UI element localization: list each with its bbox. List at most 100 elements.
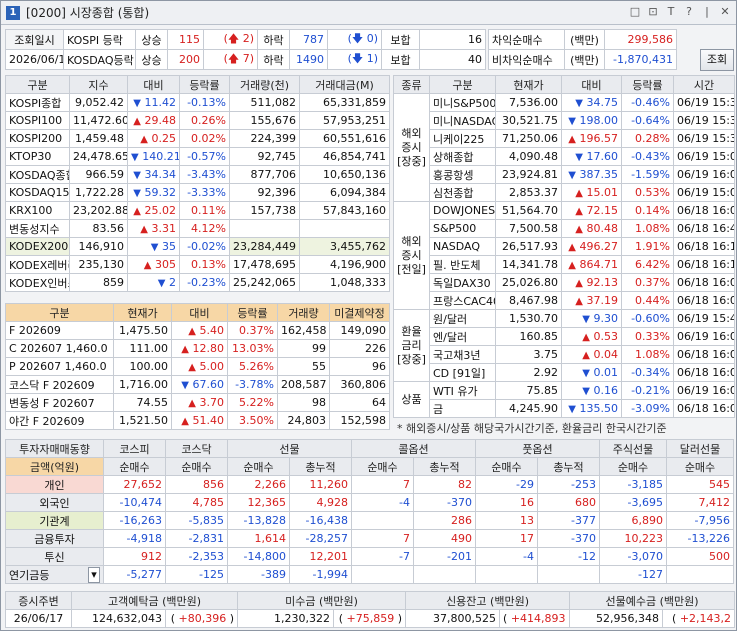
change-cell: ▲ 3.31	[127, 219, 180, 238]
flow-value: -10,474	[103, 493, 166, 512]
table-row[interactable]: 금4,245.90▼ 135.50-3.09%06/18 16:00	[394, 399, 735, 418]
table-row[interactable]: KODEX인버스859▼ 2-0.23%25,242,0651,048,333	[5, 273, 390, 292]
table-row[interactable]: 엔/달러160.85▲ 0.530.33%06/19 16:00	[394, 327, 735, 346]
rate-cell: 0.33%	[621, 327, 674, 346]
close-icon[interactable]: ✕	[718, 5, 732, 19]
amount-cell: 6,094,384	[299, 183, 390, 202]
query-button[interactable]: 조회	[700, 49, 734, 71]
rate-cell: -0.57%	[179, 147, 230, 166]
table-row[interactable]: KOSDAQ종합 966.59 ▼ 34.34 -3.43% 877,706 10,650…	[5, 165, 390, 184]
table-row[interactable]: 프랑스CAC408,467.98▲ 37.190.44%06/18 16:00	[394, 291, 735, 310]
change-cell: ▲ 496.27	[561, 237, 622, 256]
flow-header: 풋옵션	[475, 439, 600, 458]
table-row[interactable]: 독일DAX3025,026.80▲ 92.130.37%06/18 16:00	[394, 273, 735, 292]
time-cell: 06/19 15:36	[673, 93, 735, 112]
table-row[interactable]: 홍콩항셍23,924.81▼ 387.35-1.59%06/19 16:08	[394, 165, 735, 184]
table-row[interactable]: NASDAQ26,517.93▲ 496.271.91%06/18 16:15	[394, 237, 735, 256]
table-row[interactable]: 심천종합2,853.37▲ 15.010.53%06/19 15:00	[394, 183, 735, 202]
table-row[interactable]: KOSPI종합 9,052.42 ▼ 11.42 -0.13% 511,082 65,33…	[5, 93, 390, 112]
down-label: 하락	[257, 29, 290, 50]
table-row[interactable]: 상품WTI 유가75.85▼ 0.16-0.21%06/19 16:00	[393, 381, 735, 418]
link-icon[interactable]: ⊡	[646, 5, 660, 19]
change-value: 29.48	[144, 114, 177, 127]
table-row[interactable]: KOSDAQ1501,722.28▼ 59.32-3.33%92,3966,09…	[5, 183, 390, 202]
flow-value: -2,831	[165, 529, 228, 548]
table-row[interactable]: 금융투자 -4,918 -2,831 1,614 -28,257 7 490 17 -370 10…	[5, 529, 734, 548]
amount-cell: 3,455,762	[299, 237, 390, 256]
help-icon[interactable]: ?	[682, 5, 696, 19]
flow-value	[351, 565, 414, 584]
rate-cell: 0.11%	[179, 201, 230, 220]
flow-header: 콜옵션	[351, 439, 476, 458]
table-row[interactable]: KODEX200 146,910 ▼ 35 -0.02% 23,284,449 3,455…	[5, 237, 390, 256]
table-row[interactable]: KODEX레버리235,130▲ 3050.13%17,478,6954,196…	[5, 255, 390, 274]
table-row[interactable]: KTOP30 24,478.65 ▼ 140.21 -0.57% 92,745 46,85…	[5, 147, 390, 166]
flow-value	[351, 511, 414, 530]
flow-value: 545	[666, 475, 734, 494]
table-row[interactable]: S&P5007,500.58▲ 80.481.08%06/18 16:42	[394, 219, 735, 238]
table-row[interactable]: F 202609 1,475.50 ▲ 5.40 0.37% 162,458 149,09…	[5, 321, 390, 340]
table-row[interactable]: C 202607 1,460.0 111.00 ▲ 12.80 13.03% 99 226	[5, 339, 390, 358]
change-value: 5.00	[199, 360, 225, 373]
flow-value: -253	[537, 475, 600, 494]
table-row[interactable]: 미니NASDAQ 30,521.75 ▼ 198.00 -0.64% 06/19 15:…	[394, 111, 735, 130]
market-name: KOSPI 등락	[63, 29, 136, 50]
query-date[interactable]: 2026/06/19	[5, 49, 64, 70]
table-row[interactable]: 변동성 F 202607 74.55 ▲ 3.70 5.22% 98 64	[5, 393, 390, 412]
volume-cell: 98	[277, 393, 330, 412]
window-number-badge[interactable]: 1	[6, 5, 20, 20]
column-header: 등락률	[179, 75, 230, 94]
table-row[interactable]: 연기금등 ▾ -5,277 -125 -389 -1,994 -127	[5, 565, 734, 584]
flow-subheader: 순매수	[165, 457, 228, 476]
table-row[interactable]: 투신 912 -2,353 -14,800 12,201 -7 -201 -4 -12 -3,07…	[5, 547, 734, 566]
table-row[interactable]: 개인 27,652 856 2,266 11,260 7 82 -29 -253 -3,185 54…	[5, 475, 734, 494]
table-row[interactable]: 국고채3년3.75▲ 0.041.08%06/18 16:00	[394, 345, 735, 364]
flow-value: -389	[227, 565, 290, 584]
flow-value: 13	[475, 511, 538, 530]
table-row[interactable]: 해외 증시 [장중] 미니S&P500 7,536.00 ▼ 34.75 -0.46% 0…	[393, 93, 735, 202]
table-row[interactable]: 외국인 -10,474 4,785 12,365 4,928 -4 -370 16 680 -3,…	[5, 493, 734, 512]
table-row[interactable]: 니케이22571,250.06▲ 196.570.28%06/19 15:36	[394, 129, 735, 148]
table-row[interactable]: 상해종합4,090.48▼ 17.60-0.43%06/19 15:00	[394, 147, 735, 166]
contract-name: C 202607 1,460.0	[5, 339, 114, 358]
font-size-icon[interactable]: T	[664, 5, 678, 19]
volume-cell: 99	[277, 339, 330, 358]
table-row[interactable]: CD [91일]2.92▼ 0.01-0.34%06/18 16:00	[394, 363, 735, 382]
rate-cell: 0.37%	[621, 273, 674, 292]
index-table: 구분 지수 대비 등락률 거래량(천) 거래대금(M) KOSPI종합 9,052.42 ▼ …	[5, 75, 390, 292]
table-row[interactable]: P 202607 1,460.0 100.00 ▲ 5.00 5.26% 55 96	[5, 357, 390, 376]
price-cell: 7,536.00	[495, 93, 562, 112]
price-cell: 4,090.48	[495, 147, 562, 166]
table-row[interactable]: 코스닥 F 202609 1,716.00 ▼ 67.60 -3.78% 208,587…	[5, 375, 390, 394]
table-row[interactable]: KRX100 23,202.88 ▲ 25.02 0.11% 157,738 57,843…	[5, 201, 390, 220]
flow-value: 1,614	[227, 529, 290, 548]
dropdown-arrow-icon[interactable]: ▾	[88, 566, 100, 583]
flow-subheader: 순매수	[227, 457, 290, 476]
rate-cell: 0.13%	[179, 255, 230, 274]
change-cell: ▼ 2	[127, 273, 180, 292]
flow-value: -29	[475, 475, 538, 494]
column-header: 대비	[561, 75, 622, 94]
restore-icon[interactable]: □	[628, 5, 642, 19]
table-row[interactable]: 변동성지수 83.56 ▲ 3.31 4.12%	[5, 219, 390, 238]
table-row[interactable]: 해외 증시 [전일] DOWJONES 51,564.70 ▲ 72.15 0.14% 0…	[393, 201, 735, 310]
flow-header: 코스피	[103, 439, 166, 458]
table-row[interactable]: 필. 반도체14,341.78▲ 864.716.42%06/18 16:15	[394, 255, 735, 274]
column-header: 거래량	[277, 303, 330, 322]
flow-value	[413, 565, 476, 584]
investor-type: 연기금등 ▾	[5, 565, 104, 584]
table-row[interactable]: 기관계 -16,263 -5,835 -13,828 -16,438 286 13 -377 6…	[5, 511, 734, 530]
table-row[interactable]: 환율 금리 [장중] 원/달러 1,530.70 ▼ 9.30 -0.60% 06/19 …	[393, 309, 735, 382]
change-value: 25.02	[144, 204, 177, 217]
table-row[interactable]: 야간 F 202609 1,521.50 ▲ 51.40 3.50% 24,803 152…	[5, 411, 390, 430]
change-value: 864.71	[579, 258, 619, 271]
rate-cell: 4.12%	[179, 219, 230, 238]
volume-cell: 224,399	[229, 129, 300, 148]
price-cell: 14,341.78	[495, 255, 562, 274]
index-value: 1,459.48	[69, 129, 128, 148]
table-row[interactable]: KOSPI100 11,472.60 ▲ 29.48 0.26% 155,676 57,9…	[5, 111, 390, 130]
table-row[interactable]: KOSPI200 1,459.48 ▲ 0.25 0.02% 224,399 60,551…	[5, 129, 390, 148]
flow-value: -7,956	[666, 511, 734, 530]
index-value: 9,052.42	[69, 93, 128, 112]
footer-header: 미수금 (백만원)	[237, 591, 407, 610]
